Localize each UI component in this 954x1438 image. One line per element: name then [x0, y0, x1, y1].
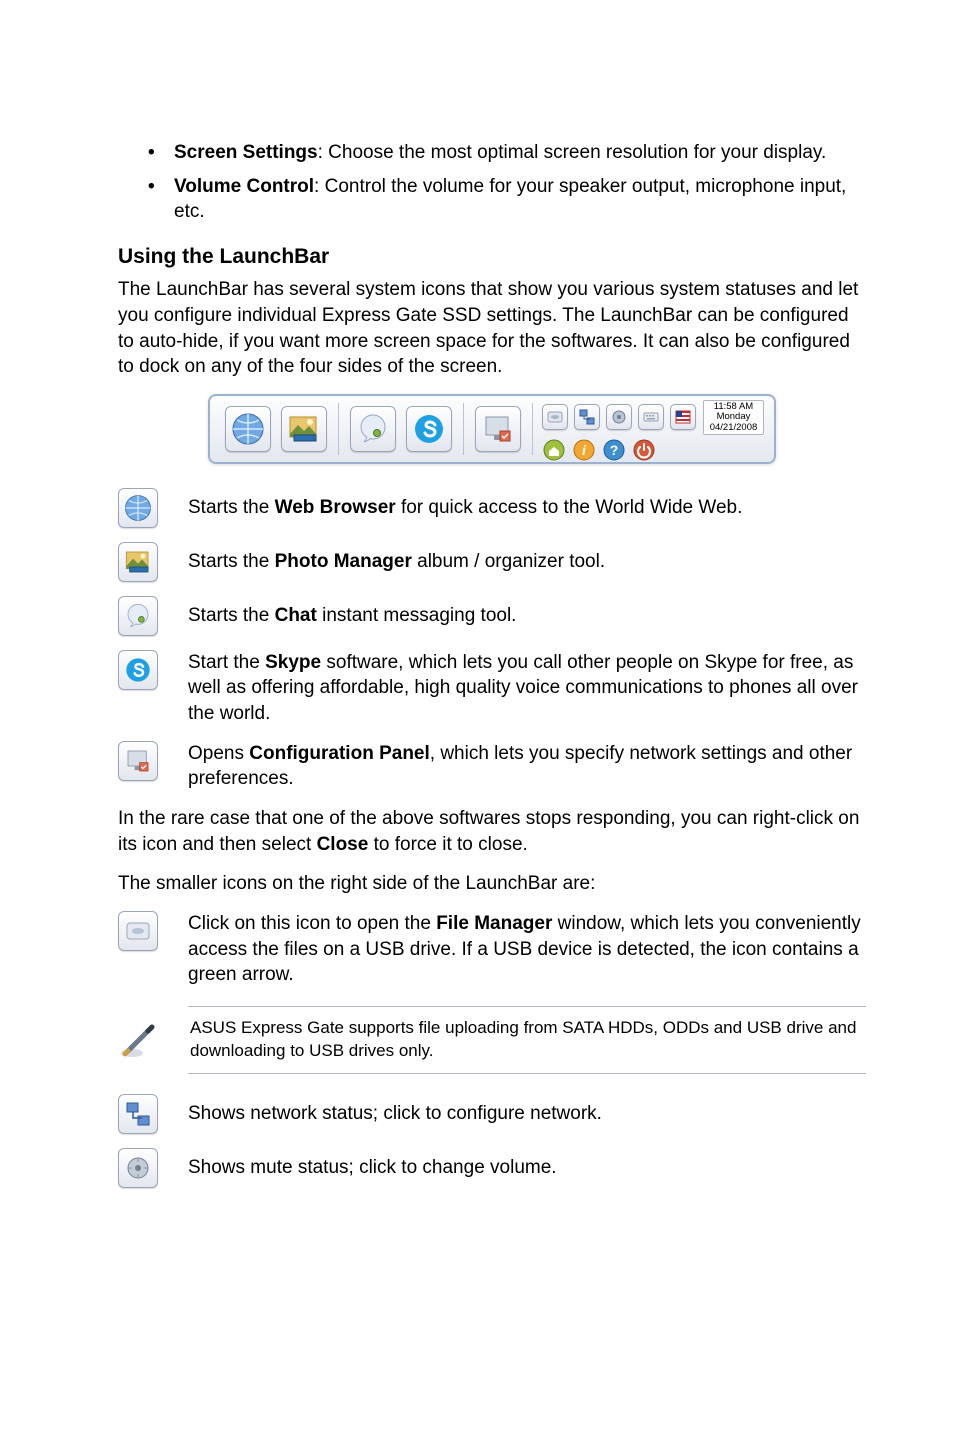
close-term: Close [317, 834, 369, 855]
skype-button[interactable] [118, 650, 158, 690]
volume-icon [610, 408, 628, 426]
row-text-pre: Starts the [188, 551, 275, 572]
config-panel-button[interactable] [475, 406, 521, 452]
row-chat: Starts the Chat instant messaging tool. [118, 596, 866, 636]
power-icon [633, 439, 655, 461]
config-icon [480, 411, 516, 447]
clock-panel: 11:58 AM Monday 04/21/2008 [703, 400, 765, 435]
svg-text:?: ? [609, 442, 618, 458]
chat-button[interactable] [118, 596, 158, 636]
row-text-pre: Click on this icon to open the [188, 913, 436, 934]
volume-status-button[interactable] [118, 1148, 158, 1188]
row-config: Opens Configuration Panel, which lets yo… [118, 741, 866, 792]
volume-icon [124, 1154, 152, 1182]
row-text-term: Skype [265, 652, 321, 673]
power-button[interactable] [632, 438, 656, 462]
row-mute: Shows mute status; click to change volum… [118, 1148, 866, 1188]
row-skype: Start the Skype software, which lets you… [118, 650, 866, 727]
network-status-button[interactable] [118, 1094, 158, 1134]
photo-manager-button[interactable] [281, 406, 327, 452]
chat-icon [355, 411, 391, 447]
web-browser-button[interactable] [118, 488, 158, 528]
photo-icon [123, 547, 153, 577]
smaller-paragraph: The smaller icons on the right side of t… [118, 871, 866, 897]
clock-date: 04/21/2008 [710, 423, 758, 433]
bullet-screen-settings: • Screen Settings: Choose the most optim… [148, 140, 866, 166]
globe-icon [230, 411, 266, 447]
info-button[interactable]: i [572, 438, 596, 462]
skype-icon [411, 411, 447, 447]
close-paragraph: In the rare case that one of the above s… [118, 806, 866, 857]
photo-manager-button[interactable] [118, 542, 158, 582]
row-photo-manager: Starts the Photo Manager album / organiz… [118, 542, 866, 582]
row-file-manager: Click on this icon to open the File Mana… [118, 911, 866, 988]
close-post: to force it to close. [368, 834, 527, 855]
keyboard-button[interactable] [638, 404, 664, 430]
row-text: Shows network status; click to configure… [188, 1101, 866, 1127]
row-text-term: Chat [275, 605, 317, 626]
row-text-post: album / organizer tool. [412, 551, 605, 572]
network-status-button[interactable] [574, 404, 600, 430]
chat-button[interactable] [350, 406, 396, 452]
row-text-pre: Start the [188, 652, 265, 673]
bullet-text: : Choose the most optimal screen resolut… [318, 142, 827, 163]
config-panel-button[interactable] [118, 741, 158, 781]
home-icon [543, 439, 565, 461]
bullet-volume-control: • Volume Control: Control the volume for… [148, 174, 866, 225]
keyboard-icon [642, 408, 660, 426]
row-text-post: instant messaging tool. [317, 605, 517, 626]
launchbar: 11:58 AM Monday 04/21/2008 [208, 394, 777, 464]
skype-icon [123, 655, 153, 685]
pen-note-icon [118, 1021, 158, 1061]
bullet-term: Volume Control [174, 176, 314, 197]
volume-status-button[interactable] [606, 404, 632, 430]
row-text-term: Photo Manager [275, 551, 412, 572]
section-heading: Using the LaunchBar [118, 243, 866, 271]
note-text: ASUS Express Gate supports file uploadin… [188, 1006, 866, 1074]
row-text-pre: Starts the [188, 497, 275, 518]
chat-icon [123, 601, 153, 631]
row-text-post: for quick access to the World Wide Web. [396, 497, 743, 518]
note-row: ASUS Express Gate supports file uploadin… [118, 1002, 866, 1088]
network-icon [124, 1100, 152, 1128]
row-network: Shows network status; click to configure… [118, 1094, 866, 1134]
row-text-term: Web Browser [275, 497, 396, 518]
help-icon: ? [603, 439, 625, 461]
network-icon [578, 408, 596, 426]
web-browser-button[interactable] [225, 406, 271, 452]
bullet-dot: • [148, 174, 174, 225]
file-manager-button[interactable] [118, 911, 158, 951]
language-button[interactable] [670, 404, 696, 430]
row-web-browser: Starts the Web Browser for quick access … [118, 488, 866, 528]
info-icon: i [573, 439, 595, 461]
row-text-pre: Opens [188, 743, 249, 764]
file-manager-icon [124, 917, 152, 945]
file-manager-icon [546, 408, 564, 426]
globe-icon [123, 493, 153, 523]
help-button[interactable]: ? [602, 438, 626, 462]
photo-icon [286, 411, 322, 447]
bullet-dot: • [148, 140, 174, 166]
file-manager-button[interactable] [542, 404, 568, 430]
row-text-term: File Manager [436, 913, 552, 934]
home-button[interactable] [542, 438, 566, 462]
flag-icon [674, 408, 692, 426]
intro-paragraph: The LaunchBar has several system icons t… [118, 277, 866, 380]
skype-button[interactable] [406, 406, 452, 452]
row-text-pre: Starts the [188, 605, 275, 626]
row-text: Shows mute status; click to change volum… [188, 1155, 866, 1181]
config-icon [123, 746, 153, 776]
bullet-term: Screen Settings [174, 142, 318, 163]
row-text-term: Configuration Panel [249, 743, 430, 764]
